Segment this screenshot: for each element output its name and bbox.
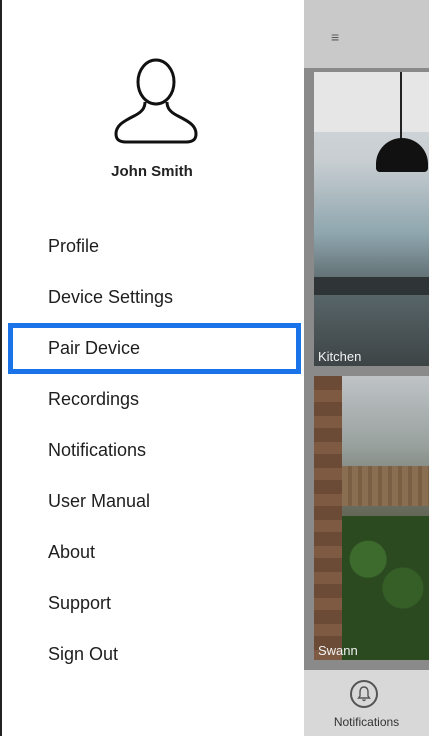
menu-item-user-manual[interactable]: User Manual (0, 476, 304, 527)
camera-preview-lamp (376, 138, 428, 172)
camera-label: Kitchen (318, 349, 362, 364)
bell-icon (350, 680, 378, 708)
menu-item-notifications[interactable]: Notifications (0, 425, 304, 476)
camera-tile-kitchen[interactable]: Kitchen (314, 72, 429, 366)
menu-item-sign-out[interactable]: Sign Out (0, 629, 304, 680)
menu-item-pair-device[interactable]: Pair Device (0, 323, 304, 374)
camera-preview-ceiling (314, 72, 429, 132)
camera-label: Swann (318, 643, 358, 658)
camera-preview-counter (314, 277, 429, 295)
navigation-drawer: John Smith Profile Device Settings Pair … (0, 0, 304, 736)
hamburger-icon[interactable]: ≡ (331, 30, 339, 44)
camera-preview-fence (342, 466, 429, 506)
menu-item-support[interactable]: Support (0, 578, 304, 629)
camera-preview-wall (314, 376, 342, 660)
app-top-bar: ≡ (304, 0, 429, 68)
user-name: John Smith (111, 163, 193, 180)
drawer-menu: Profile Device Settings Pair Device Reco… (0, 221, 304, 680)
user-avatar-icon (114, 58, 198, 144)
camera-tile-swann[interactable]: Swann (314, 376, 429, 660)
camera-preview-lamp-cord (400, 72, 402, 142)
bottom-nav-notifications[interactable]: Notifications (304, 670, 429, 736)
menu-item-device-settings[interactable]: Device Settings (0, 272, 304, 323)
menu-item-about[interactable]: About (0, 527, 304, 578)
menu-item-recordings[interactable]: Recordings (0, 374, 304, 425)
bottom-nav-label: Notifications (333, 715, 400, 729)
camera-preview-hedge (342, 516, 429, 660)
menu-item-profile[interactable]: Profile (0, 221, 304, 272)
